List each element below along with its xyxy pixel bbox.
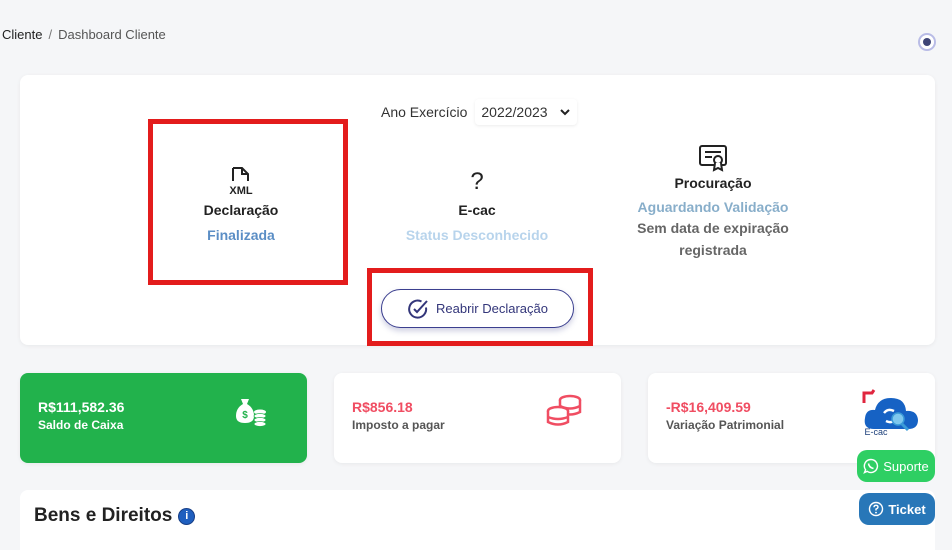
info-icon[interactable]: i [178, 507, 196, 525]
saldo-caixa-value: R$111,582.36 [38, 399, 125, 415]
ticket-label: Ticket [888, 501, 926, 517]
breadcrumb-current: Dashboard Cliente [58, 27, 166, 42]
help-circle-icon [869, 501, 884, 517]
breadcrumb-separator: / [48, 27, 53, 42]
highlight-box-reopen [367, 268, 593, 346]
year-selector-row: Ano Exercício 2022/2023 [381, 99, 578, 125]
question-icon: ? [470, 168, 484, 195]
money-bag-icon: $ [236, 399, 267, 427]
theme-toggle-icon[interactable] [918, 33, 936, 51]
svg-text:$: $ [242, 410, 248, 421]
bens-direitos-heading: Bens e Direitos i [34, 505, 196, 527]
saldo-caixa-label: Saldo de Caixa [38, 418, 124, 432]
suporte-button[interactable]: Suporte [857, 450, 935, 482]
year-label: Ano Exercício [381, 104, 468, 120]
year-select-value: 2022/2023 [481, 104, 548, 120]
variacao-patrimonial-value: -R$16,409.59 [666, 399, 751, 415]
procuracao-title: Procuração [674, 175, 752, 191]
imposto-pagar-value: R$856.18 [352, 399, 413, 415]
procuracao-status-text: Aguardando Validação [637, 199, 789, 215]
coins-stack-icon [546, 394, 582, 426]
procuracao-expiry-text: Sem data de expiração registrada [637, 220, 789, 258]
ecac-status: ? E-cac Status Desconhecido [377, 162, 577, 243]
certificate-icon [613, 138, 813, 172]
ecac-title: E-cac [458, 202, 496, 218]
imposto-pagar-card: R$856.18 Imposto a pagar [334, 373, 621, 463]
bens-direitos-title: Bens e Direitos [34, 505, 173, 526]
year-select[interactable]: 2022/2023 [475, 99, 578, 125]
ecac-status-text: Status Desconhecido [405, 227, 549, 243]
saldo-caixa-card: R$111,582.36 Saldo de Caixa $ [20, 373, 307, 463]
ecac-icon-caption: E-cac [864, 427, 888, 437]
declaration-status-card: Ano Exercício 2022/2023 XML Declaração F… [20, 75, 935, 346]
imposto-pagar-label: Imposto a pagar [352, 418, 445, 432]
suporte-label: Suporte [883, 458, 929, 474]
highlight-box-declaracao [148, 119, 348, 285]
bens-direitos-card: Bens e Direitos i [20, 490, 935, 550]
ticket-button[interactable]: Ticket [859, 493, 935, 525]
variacao-patrimonial-label: Variação Patrimonial [666, 418, 785, 432]
breadcrumb: Cliente / Dashboard Cliente [2, 27, 166, 42]
whatsapp-icon [863, 458, 879, 474]
breadcrumb-cliente[interactable]: Cliente [2, 27, 42, 42]
ecac-cloud-icon: E-cac [862, 389, 918, 437]
chevron-down-icon [560, 109, 571, 116]
procuracao-status: Procuração Aguardando Validação Sem data… [613, 138, 813, 261]
